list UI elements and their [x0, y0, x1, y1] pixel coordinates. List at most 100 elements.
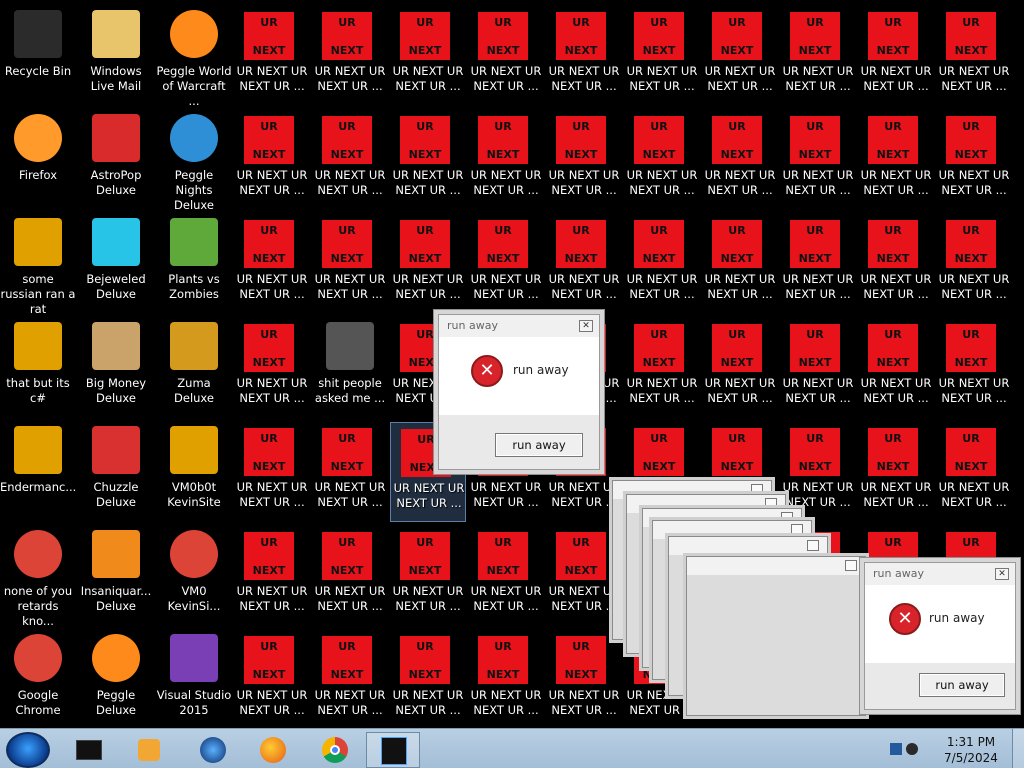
desktop-icon[interactable]: Big Money Deluxe: [78, 318, 154, 418]
ur-next-icon[interactable]: UR NEXT UR NEXT UR NEXT UR ...: [780, 318, 856, 418]
ur-next-icon[interactable]: UR NEXT UR NEXT UR NEXT UR ...: [936, 110, 1012, 210]
globe-icon[interactable]: [186, 732, 240, 768]
desktop-icon[interactable]: Insaniquar... Deluxe: [78, 526, 154, 626]
ur-next-icon[interactable]: UR NEXT UR NEXT UR NEXT UR ...: [390, 110, 466, 210]
desktop-icon[interactable]: Peggle World of Warcraft ...: [156, 6, 232, 108]
desktop-icon[interactable]: none of you retards kno...: [0, 526, 76, 628]
ur-next-icon[interactable]: UR NEXT UR NEXT UR NEXT UR ...: [312, 110, 388, 210]
ur-next-icon[interactable]: UR NEXT UR NEXT UR NEXT UR ...: [858, 110, 934, 210]
system-clock[interactable]: 1:31 PM 7/5/2024: [938, 734, 1004, 766]
ur-next-icon[interactable]: UR NEXT UR NEXT UR NEXT UR ...: [858, 6, 934, 106]
media-player-icon[interactable]: [122, 732, 176, 768]
ur-next-icon[interactable]: UR NEXT UR NEXT UR NEXT UR ...: [234, 110, 310, 210]
desktop-icon[interactable]: AstroPop Deluxe: [78, 110, 154, 210]
run-away-dialog-front[interactable]: run away ✕ ✕ run away run away: [864, 562, 1016, 710]
ur-next-icon[interactable]: UR NEXT UR NEXT UR NEXT UR ...: [624, 110, 700, 210]
ur-next-icon[interactable]: UR NEXT UR NEXT UR NEXT UR ...: [936, 318, 1012, 418]
ur-next-icon[interactable]: UR NEXT UR NEXT UR NEXT UR ...: [390, 526, 466, 626]
desktop-icon[interactable]: Visual Studio 2015: [156, 630, 232, 728]
ur-next-icon[interactable]: UR NEXT UR NEXT UR NEXT UR ...: [702, 318, 778, 418]
close-icon[interactable]: ✕: [579, 320, 593, 332]
ur-next-icon[interactable]: UR NEXT UR NEXT UR NEXT UR ...: [468, 526, 544, 626]
ur-next-icon[interactable]: UR NEXT UR NEXT UR NEXT UR ...: [936, 422, 1012, 522]
desktop-icon[interactable]: that but its c#: [0, 318, 76, 418]
desktop-icon[interactable]: Peggle Deluxe: [78, 630, 154, 728]
ur-next-icon[interactable]: UR NEXT UR NEXT UR NEXT UR ...: [234, 630, 310, 728]
ur-next-icon[interactable]: UR NEXT UR NEXT UR NEXT UR ...: [390, 6, 466, 106]
ur-next-icon[interactable]: UR NEXT UR NEXT UR NEXT UR ...: [936, 6, 1012, 106]
ur-next-icon[interactable]: UR NEXT UR NEXT UR NEXT UR ...: [702, 214, 778, 314]
ur-next-icon[interactable]: UR NEXT UR NEXT UR NEXT UR ...: [468, 630, 544, 728]
run-away-dialog[interactable]: run away ✕ ✕ run away run away: [438, 314, 600, 470]
chrome-icon[interactable]: [308, 732, 362, 768]
ur-next-icon[interactable]: UR NEXT UR NEXT UR NEXT UR ...: [546, 6, 622, 106]
run-away-button[interactable]: run away: [919, 673, 1005, 697]
desktop-icon[interactable]: VM0 KevinSi...: [156, 526, 232, 626]
desktop-icon[interactable]: Plants vs Zombies: [156, 214, 232, 314]
desktop-icon[interactable]: Chuzzle Deluxe: [78, 422, 154, 522]
red-square-icon: UR NEXT: [322, 220, 372, 268]
desktop-icon[interactable]: Recycle Bin: [0, 6, 76, 106]
ur-next-icon[interactable]: UR NEXT UR NEXT UR NEXT UR ...: [468, 214, 544, 314]
ur-next-icon[interactable]: UR NEXT UR NEXT UR NEXT UR ...: [624, 6, 700, 106]
ur-next-icon[interactable]: UR NEXT UR NEXT UR NEXT UR ...: [312, 630, 388, 728]
volume-icon[interactable]: [906, 743, 918, 755]
ur-next-icon[interactable]: UR NEXT UR NEXT UR NEXT UR ...: [234, 318, 310, 418]
ur-next-icon[interactable]: UR NEXT UR NEXT UR NEXT UR ...: [234, 526, 310, 626]
active-window-icon[interactable]: [366, 732, 420, 768]
close-icon[interactable]: ✕: [995, 568, 1009, 580]
ur-next-icon[interactable]: UR NEXT UR NEXT UR NEXT UR ...: [546, 110, 622, 210]
ur-next-icon[interactable]: UR NEXT UR NEXT UR NEXT UR ...: [858, 318, 934, 418]
ur-next-icon[interactable]: UR NEXT UR NEXT UR NEXT UR ...: [624, 214, 700, 314]
ur-next-icon[interactable]: UR NEXT UR NEXT UR NEXT UR ...: [780, 110, 856, 210]
ur-next-icon[interactable]: UR NEXT UR NEXT UR NEXT UR ...: [312, 6, 388, 106]
desktop-icon[interactable]: Zuma Deluxe: [156, 318, 232, 418]
ur-next-icon[interactable]: UR NEXT UR NEXT UR NEXT UR ...: [468, 110, 544, 210]
start-orb-icon[interactable]: [6, 732, 50, 768]
ur-next-icon[interactable]: UR NEXT UR NEXT UR NEXT UR ...: [312, 214, 388, 314]
desktop-icon[interactable]: Firefox: [0, 110, 76, 210]
red-square-icon: UR NEXT: [556, 220, 606, 268]
ur-next-icon[interactable]: UR NEXT UR NEXT UR NEXT UR ...: [780, 214, 856, 314]
ur-next-icon[interactable]: UR NEXT UR NEXT UR NEXT UR ...: [234, 214, 310, 314]
ur-next-icon[interactable]: UR NEXT UR NEXT UR NEXT UR ...: [780, 6, 856, 106]
clock-time: 1:31 PM: [946, 735, 996, 749]
dialog-body: ✕ run away: [865, 585, 1015, 663]
ur-next-icon[interactable]: UR NEXT UR NEXT UR NEXT UR ...: [858, 214, 934, 314]
ur-next-icon[interactable]: UR NEXT UR NEXT UR NEXT UR ...: [468, 6, 544, 106]
ur-next-icon[interactable]: UR NEXT UR NEXT UR NEXT UR ...: [234, 6, 310, 106]
desktop-icon[interactable]: shit people asked me ...: [312, 318, 388, 418]
firefox-icon[interactable]: [246, 732, 300, 768]
ur-next-icon[interactable]: UR NEXT UR NEXT UR NEXT UR ...: [702, 6, 778, 106]
app-window-icon[interactable]: [62, 732, 116, 768]
run-away-button[interactable]: run away: [495, 433, 583, 457]
next-text: NEXT: [486, 564, 520, 577]
ur-next-icon[interactable]: UR NEXT UR NEXT UR NEXT UR ...: [390, 214, 466, 314]
tray-icons[interactable]: [888, 741, 918, 759]
show-desktop-button[interactable]: [1012, 729, 1024, 768]
next-text: NEXT: [408, 148, 442, 161]
ur-next-icon[interactable]: UR NEXT UR NEXT UR NEXT UR ...: [312, 422, 388, 522]
ur-next-icon[interactable]: UR NEXT UR NEXT UR NEXT UR ...: [858, 422, 934, 522]
ur-next-icon[interactable]: UR NEXT UR NEXT UR NEXT UR ...: [702, 110, 778, 210]
desktop-icon[interactable]: Google Chrome: [0, 630, 76, 728]
ur-next-icon[interactable]: UR NEXT UR NEXT UR NEXT UR ...: [390, 630, 466, 728]
ur-next-icon[interactable]: UR NEXT UR NEXT UR NEXT UR ...: [234, 422, 310, 522]
ur-next-icon[interactable]: UR NEXT UR NEXT UR NEXT UR ...: [546, 630, 622, 728]
desktop-icon[interactable]: Bejeweled Deluxe: [78, 214, 154, 314]
ur-next-icon[interactable]: UR NEXT UR NEXT UR NEXT UR ...: [546, 526, 622, 626]
ur-next-icon[interactable]: UR NEXT UR NEXT UR NEXT UR ...: [780, 422, 856, 522]
desktop-icon[interactable]: Peggle Nights Deluxe: [156, 110, 232, 212]
ur-next-icon[interactable]: UR NEXT UR NEXT UR NEXT UR ...: [546, 214, 622, 314]
network-icon[interactable]: [890, 743, 902, 755]
desktop-icon[interactable]: Endermanc...: [0, 422, 76, 522]
ur-next-icon[interactable]: UR NEXT UR NEXT UR NEXT UR ...: [312, 526, 388, 626]
ur-next-icon[interactable]: UR NEXT UR NEXT UR NEXT UR ...: [936, 214, 1012, 314]
desktop-icon[interactable]: Windows Live Mail: [78, 6, 154, 106]
desktop-icon[interactable]: some russian ran a rat: [0, 214, 76, 316]
dialog-titlebar[interactable]: run away ✕: [439, 315, 599, 337]
dialog-titlebar[interactable]: run away ✕: [865, 563, 1015, 585]
desktop-icon[interactable]: VM0b0t KevinSite: [156, 422, 232, 522]
ur-text: UR: [728, 224, 746, 237]
ur-next-icon[interactable]: UR NEXT UR NEXT UR NEXT UR ...: [624, 318, 700, 418]
